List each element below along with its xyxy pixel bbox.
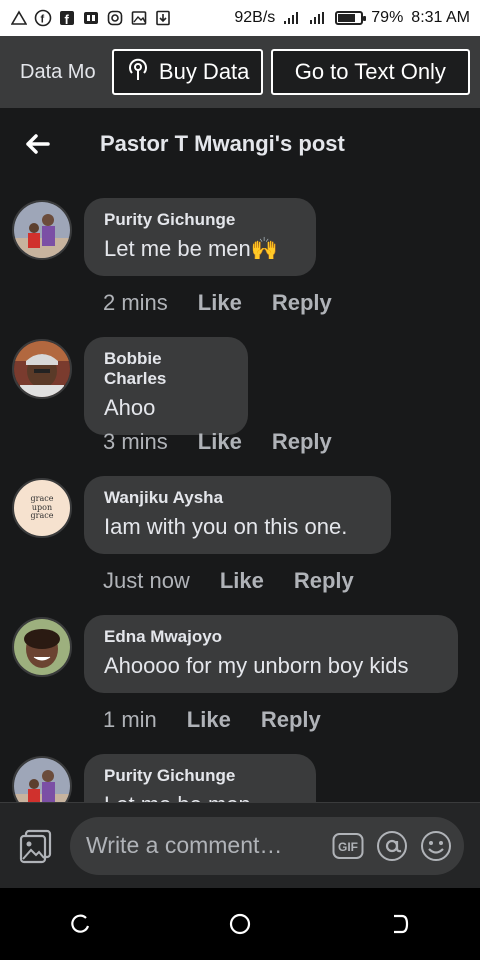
text-only-button[interactable]: Go to Text Only: [270, 49, 470, 95]
facebook-circle-icon: f: [34, 9, 52, 27]
comment-bubble: Edna Mwajoyo Ahoooo for my unborn boy ki…: [84, 615, 458, 693]
comment-actions: 2 mins Like Reply: [103, 290, 332, 316]
commenter-name[interactable]: Purity Gichunge: [104, 210, 296, 230]
recent-apps-icon[interactable]: [65, 909, 95, 939]
commenter-name[interactable]: Purity Gichunge: [104, 766, 296, 786]
comment-bubble: Purity Gichunge Let me be men🙌: [84, 198, 316, 276]
avatar[interactable]: grace upon grace: [12, 478, 72, 538]
mention-icon[interactable]: [376, 830, 408, 862]
comment-composer: Write a comment… GIF: [0, 802, 480, 888]
photo-icon[interactable]: [18, 828, 54, 864]
avatar[interactable]: [12, 617, 72, 677]
comment-text: Iam with you on this one.: [104, 514, 348, 539]
avatar[interactable]: [12, 200, 72, 260]
broadcast-icon: [125, 56, 151, 88]
reply-button[interactable]: Reply: [272, 290, 332, 316]
avatar[interactable]: [12, 756, 72, 802]
image-icon: [130, 9, 148, 27]
commenter-name[interactable]: Edna Mwajoyo: [104, 627, 438, 647]
reply-button[interactable]: Reply: [272, 429, 332, 455]
network-speed: 92B/s: [234, 9, 276, 26]
comment-timestamp[interactable]: 3 mins: [103, 429, 168, 455]
signal-icon: [283, 9, 301, 27]
comment-text: Ahoo: [104, 395, 156, 420]
emoji-icon[interactable]: [420, 830, 452, 862]
buy-data-button[interactable]: Buy Data: [111, 49, 263, 95]
warning-icon: [10, 9, 28, 27]
comment-item: Purity Gichunge Let me be men🙌 2 mins Li…: [0, 198, 480, 337]
comment-placeholder: Write a comment…: [86, 832, 283, 858]
comment-timestamp[interactable]: 2 mins: [103, 290, 168, 316]
comment-item: Purity Gichunge Let me be men: [0, 754, 480, 802]
comment-input[interactable]: Write a comment… GIF: [70, 816, 464, 875]
avatar-text: grace upon grace: [30, 494, 54, 521]
comment-actions: 1 min Like Reply: [103, 707, 321, 733]
post-header: Pastor T Mwangi's post: [0, 108, 480, 180]
comment-item: Bobbie Charles Ahoo 3 mins Like Reply: [0, 337, 480, 476]
status-bar: f f 92B/s 79% 8:31 AM: [0, 0, 480, 36]
reply-button[interactable]: Reply: [261, 707, 321, 733]
svg-text:GIF: GIF: [338, 840, 358, 854]
comment-bubble: Wanjiku Aysha Iam with you on this one.: [84, 476, 391, 554]
gif-icon[interactable]: GIF: [332, 830, 364, 862]
comment-list: Purity Gichunge Let me be men🙌 2 mins Li…: [0, 198, 480, 802]
svg-text:f: f: [41, 14, 45, 26]
comment-text: Let me be men: [104, 792, 296, 802]
signal-4g-icon: [309, 9, 327, 27]
comment-timestamp[interactable]: Just now: [103, 568, 190, 594]
instagram-icon: [106, 9, 124, 27]
back-arrow-icon[interactable]: [22, 129, 52, 159]
page-title: Pastor T Mwangi's post: [100, 131, 345, 156]
avatar[interactable]: [12, 339, 72, 399]
system-status: 92B/s 79% 8:31 AM: [234, 9, 470, 27]
clock: 8:31 AM: [411, 9, 470, 26]
android-nav-bar: [0, 888, 480, 960]
comment-actions: Just now Like Reply: [103, 568, 354, 594]
comment-text: Ahoooo for my unborn boy kids: [104, 653, 409, 678]
facebook-icon: f: [58, 9, 76, 27]
battery-percent: 79%: [371, 9, 404, 26]
like-button[interactable]: Like: [187, 707, 231, 733]
buy-data-label: Buy Data: [158, 59, 250, 84]
text-only-label: Go to Text Only: [294, 59, 446, 84]
comment-bubble: Purity Gichunge Let me be men: [84, 754, 316, 802]
reply-button[interactable]: Reply: [294, 568, 354, 594]
comment-bubble: Bobbie Charles Ahoo: [84, 337, 248, 435]
data-mode-bar: Data Mo Buy Data Go to Text Only: [0, 36, 480, 108]
commenter-name[interactable]: Bobbie Charles: [104, 349, 228, 389]
home-icon[interactable]: [225, 909, 255, 939]
comment-timestamp[interactable]: 1 min: [103, 707, 157, 733]
comment-text: Let me be men🙌: [104, 236, 279, 261]
input-tools: GIF: [332, 830, 452, 862]
battery-icon: [335, 11, 367, 25]
like-button[interactable]: Like: [220, 568, 264, 594]
like-button[interactable]: Like: [198, 429, 242, 455]
notification-icons: f f: [10, 9, 172, 27]
back-icon[interactable]: [385, 909, 415, 939]
comment-item: Edna Mwajoyo Ahoooo for my unborn boy ki…: [0, 615, 480, 754]
svg-text:f: f: [65, 12, 70, 26]
comment-item: grace upon grace Wanjiku Aysha Iam with …: [0, 476, 480, 615]
data-mode-label: Data Mo: [20, 60, 96, 83]
like-button[interactable]: Like: [198, 290, 242, 316]
commenter-name[interactable]: Wanjiku Aysha: [104, 488, 371, 508]
download-icon: [154, 9, 172, 27]
comment-actions: 3 mins Like Reply: [103, 429, 332, 455]
app-icon: [82, 9, 100, 27]
